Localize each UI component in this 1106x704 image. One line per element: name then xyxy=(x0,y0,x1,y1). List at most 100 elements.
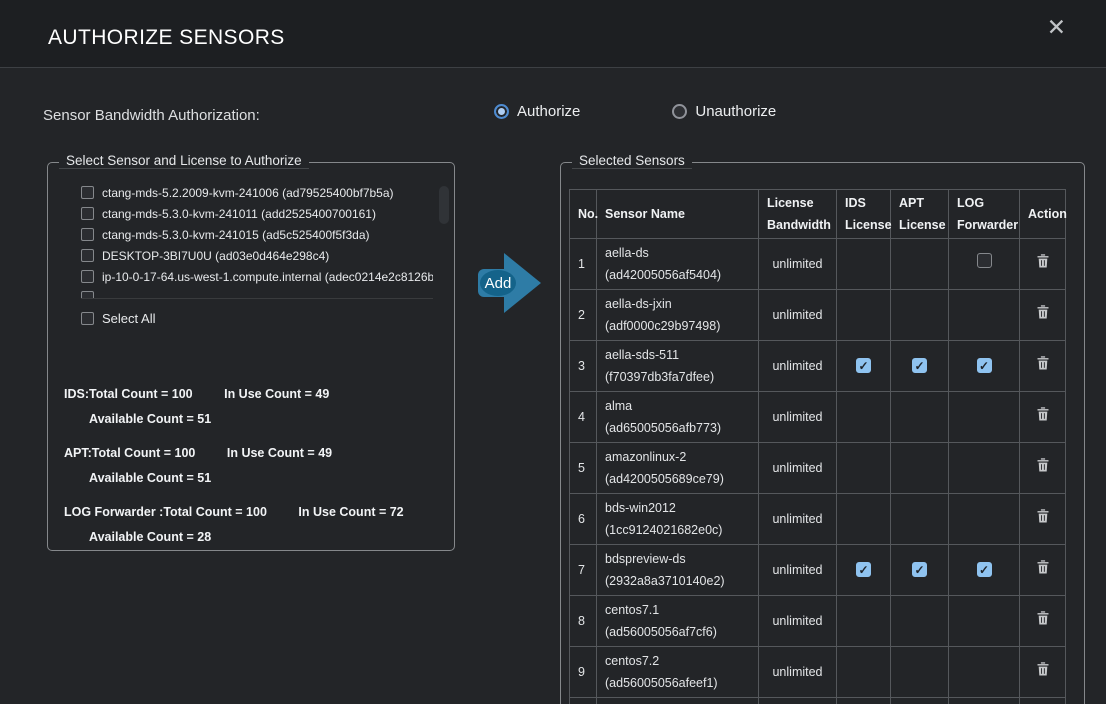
apt-in-use-count: In Use Count = 49 xyxy=(227,446,332,460)
sensor-list-item[interactable]: ctang-mds-5.3.0-kvm-241011 (add252540070… xyxy=(81,203,433,224)
sensor-checkbox[interactable] xyxy=(81,186,94,199)
license-bandwidth-cell: unlimited xyxy=(759,443,837,494)
unauthorize-radio-option[interactable]: Unauthorize xyxy=(672,103,776,120)
sensor-name-line: (ad56005056afeef1) xyxy=(605,672,750,694)
ids-license-cell xyxy=(837,494,891,545)
apt-license-cell xyxy=(891,443,949,494)
sensor-checkbox[interactable] xyxy=(81,228,94,241)
sensor-name-line: centos7.2 xyxy=(605,650,750,672)
select-all-row[interactable]: Select All xyxy=(81,311,155,326)
select-all-label: Select All xyxy=(102,311,155,326)
delete-sensor-button[interactable] xyxy=(1037,305,1049,319)
table-row: 4alma (ad65005056afb773)unlimited xyxy=(570,392,1066,443)
sensor-name-line: aella-ds xyxy=(605,242,750,264)
log-license-cell xyxy=(949,392,1020,443)
action-cell xyxy=(1020,392,1066,443)
authorize-radio-button[interactable] xyxy=(494,104,509,119)
dialog-header: AUTHORIZE SENSORS ✕ xyxy=(0,0,1106,68)
sensor-name-cell: centos7.2(ad56005056afeef1) xyxy=(597,647,759,698)
sensor-checkbox[interactable] xyxy=(81,270,94,283)
sensor-list[interactable]: ctang-mds-5.2.2009-kvm-241006 (ad7952540… xyxy=(81,182,433,299)
header-sensor-name: Sensor Name xyxy=(597,190,759,239)
row-number: 6 xyxy=(570,494,597,545)
delete-sensor-button[interactable] xyxy=(1037,509,1049,523)
apt-license-cell xyxy=(891,596,949,647)
ids-license-cell xyxy=(837,698,891,704)
table-row: 8centos7.1(ad56005056af7cf6)unlimited xyxy=(570,596,1066,647)
delete-sensor-button[interactable] xyxy=(1037,611,1049,625)
sensor-name-line: amazonlinux-2 xyxy=(605,446,750,468)
log-license-cell: ✓ xyxy=(949,545,1020,596)
delete-sensor-button[interactable] xyxy=(1037,254,1049,268)
ids-license-cell xyxy=(837,392,891,443)
sensor-name-line: bdspreview-ds xyxy=(605,548,750,570)
selected-sensors-panel: Selected Sensors No. Sensor Name License… xyxy=(560,162,1085,704)
selected-sensors-tbody: 1aella-ds(ad42005056af5404)unlimited2ael… xyxy=(570,239,1066,704)
apt-license-checkbox[interactable]: ✓ xyxy=(912,358,927,373)
sensor-label: ip-10-0-17-64.us-west-1.compute.internal… xyxy=(102,270,433,284)
delete-sensor-button[interactable] xyxy=(1037,356,1049,370)
add-button[interactable]: Add xyxy=(477,250,543,316)
ids-license-cell xyxy=(837,239,891,290)
log-license-cell xyxy=(949,290,1020,341)
sensor-list-scrollbar[interactable] xyxy=(439,186,449,224)
apt-license-cell xyxy=(891,290,949,341)
action-cell xyxy=(1020,239,1066,290)
table-row: 7bdspreview-ds(2932a8a3710140e2)unlimite… xyxy=(570,545,1066,596)
sensor-name-cell: amazonlinux-2(ad4200505689ce79) xyxy=(597,443,759,494)
action-cell xyxy=(1020,341,1066,392)
row-number: 1 xyxy=(570,239,597,290)
log-license-checkbox[interactable]: ✓ xyxy=(977,562,992,577)
ids-license-checkbox[interactable]: ✓ xyxy=(856,562,871,577)
sensor-list-item[interactable]: ip-10-0-17-64.us-west-1.compute.internal… xyxy=(81,266,433,287)
sensor-label: DESKTOP-3BI7U0U (ad03e0d464e298c4) xyxy=(102,249,329,263)
sensor-name-cell: alma (ad65005056afb773) xyxy=(597,392,759,443)
apt-total-count: APT:Total Count = 100 xyxy=(64,446,195,460)
delete-sensor-button[interactable] xyxy=(1037,407,1049,421)
trash-icon xyxy=(1037,305,1049,319)
sensor-name-line: bds-win2012 xyxy=(605,497,750,519)
log-license-checkbox[interactable] xyxy=(977,253,992,268)
row-number: 5 xyxy=(570,443,597,494)
row-number: 7 xyxy=(570,545,597,596)
sensor-label: ctang-mds-5.3.0-kvm-241011 (add252540070… xyxy=(102,207,376,221)
trash-icon xyxy=(1037,356,1049,370)
license-counts: IDS:Total Count = 100 In Use Count = 49 … xyxy=(64,382,404,559)
delete-sensor-button[interactable] xyxy=(1037,458,1049,472)
log-license-cell xyxy=(949,647,1020,698)
sensor-list-item[interactable]: ctang-mds-5.2.2009-kvm-241006 (ad7952540… xyxy=(81,182,433,203)
sensor-name-line: (1cc9124021682e0c) xyxy=(605,519,750,541)
ids-license-checkbox[interactable]: ✓ xyxy=(856,358,871,373)
sensor-list-item[interactable]: ctang-mds-5.3.0-kvm-241015 (ad5c525400f5… xyxy=(81,224,433,245)
sensor-checkbox[interactable] xyxy=(81,291,94,299)
authorize-sensors-dialog: AUTHORIZE SENSORS ✕ Sensor Bandwidth Aut… xyxy=(0,0,1106,704)
sensor-name-line: centos7.1 xyxy=(605,599,750,621)
row-number: 4 xyxy=(570,392,597,443)
log-license-checkbox[interactable]: ✓ xyxy=(977,358,992,373)
table-row: 5amazonlinux-2(ad4200505689ce79)unlimite… xyxy=(570,443,1066,494)
ids-total-count: IDS:Total Count = 100 xyxy=(64,387,193,401)
sensor-list-item[interactable]: DESKTOP-3BI7U0U (ad03e0d464e298c4) xyxy=(81,245,433,266)
sensor-name-line: (ad4200505689ce79) xyxy=(605,468,750,490)
sensor-checkbox[interactable] xyxy=(81,207,94,220)
ids-count-group: IDS:Total Count = 100 In Use Count = 49 … xyxy=(64,382,404,432)
authorize-radio-option[interactable]: Authorize xyxy=(494,103,580,120)
license-bandwidth-cell: unlimited xyxy=(759,341,837,392)
log-license-cell xyxy=(949,596,1020,647)
close-icon[interactable]: ✕ xyxy=(1047,16,1066,39)
log-license-cell: ✓ xyxy=(949,341,1020,392)
header-action: Action xyxy=(1020,190,1066,239)
unauthorize-radio-button[interactable] xyxy=(672,104,687,119)
delete-sensor-button[interactable] xyxy=(1037,560,1049,574)
row-number: 2 xyxy=(570,290,597,341)
sensor-name-cell: aella-ds(ad42005056af5404) xyxy=(597,239,759,290)
delete-sensor-button[interactable] xyxy=(1037,662,1049,676)
sensor-checkbox[interactable] xyxy=(81,249,94,262)
sensor-name-cell: centos7.3(adab005056afe222) xyxy=(597,698,759,704)
apt-license-cell xyxy=(891,494,949,545)
trash-icon xyxy=(1037,407,1049,421)
sensor-list-item[interactable] xyxy=(81,287,433,299)
select-all-checkbox[interactable] xyxy=(81,312,94,325)
table-row: 1aella-ds(ad42005056af5404)unlimited xyxy=(570,239,1066,290)
apt-license-checkbox[interactable]: ✓ xyxy=(912,562,927,577)
